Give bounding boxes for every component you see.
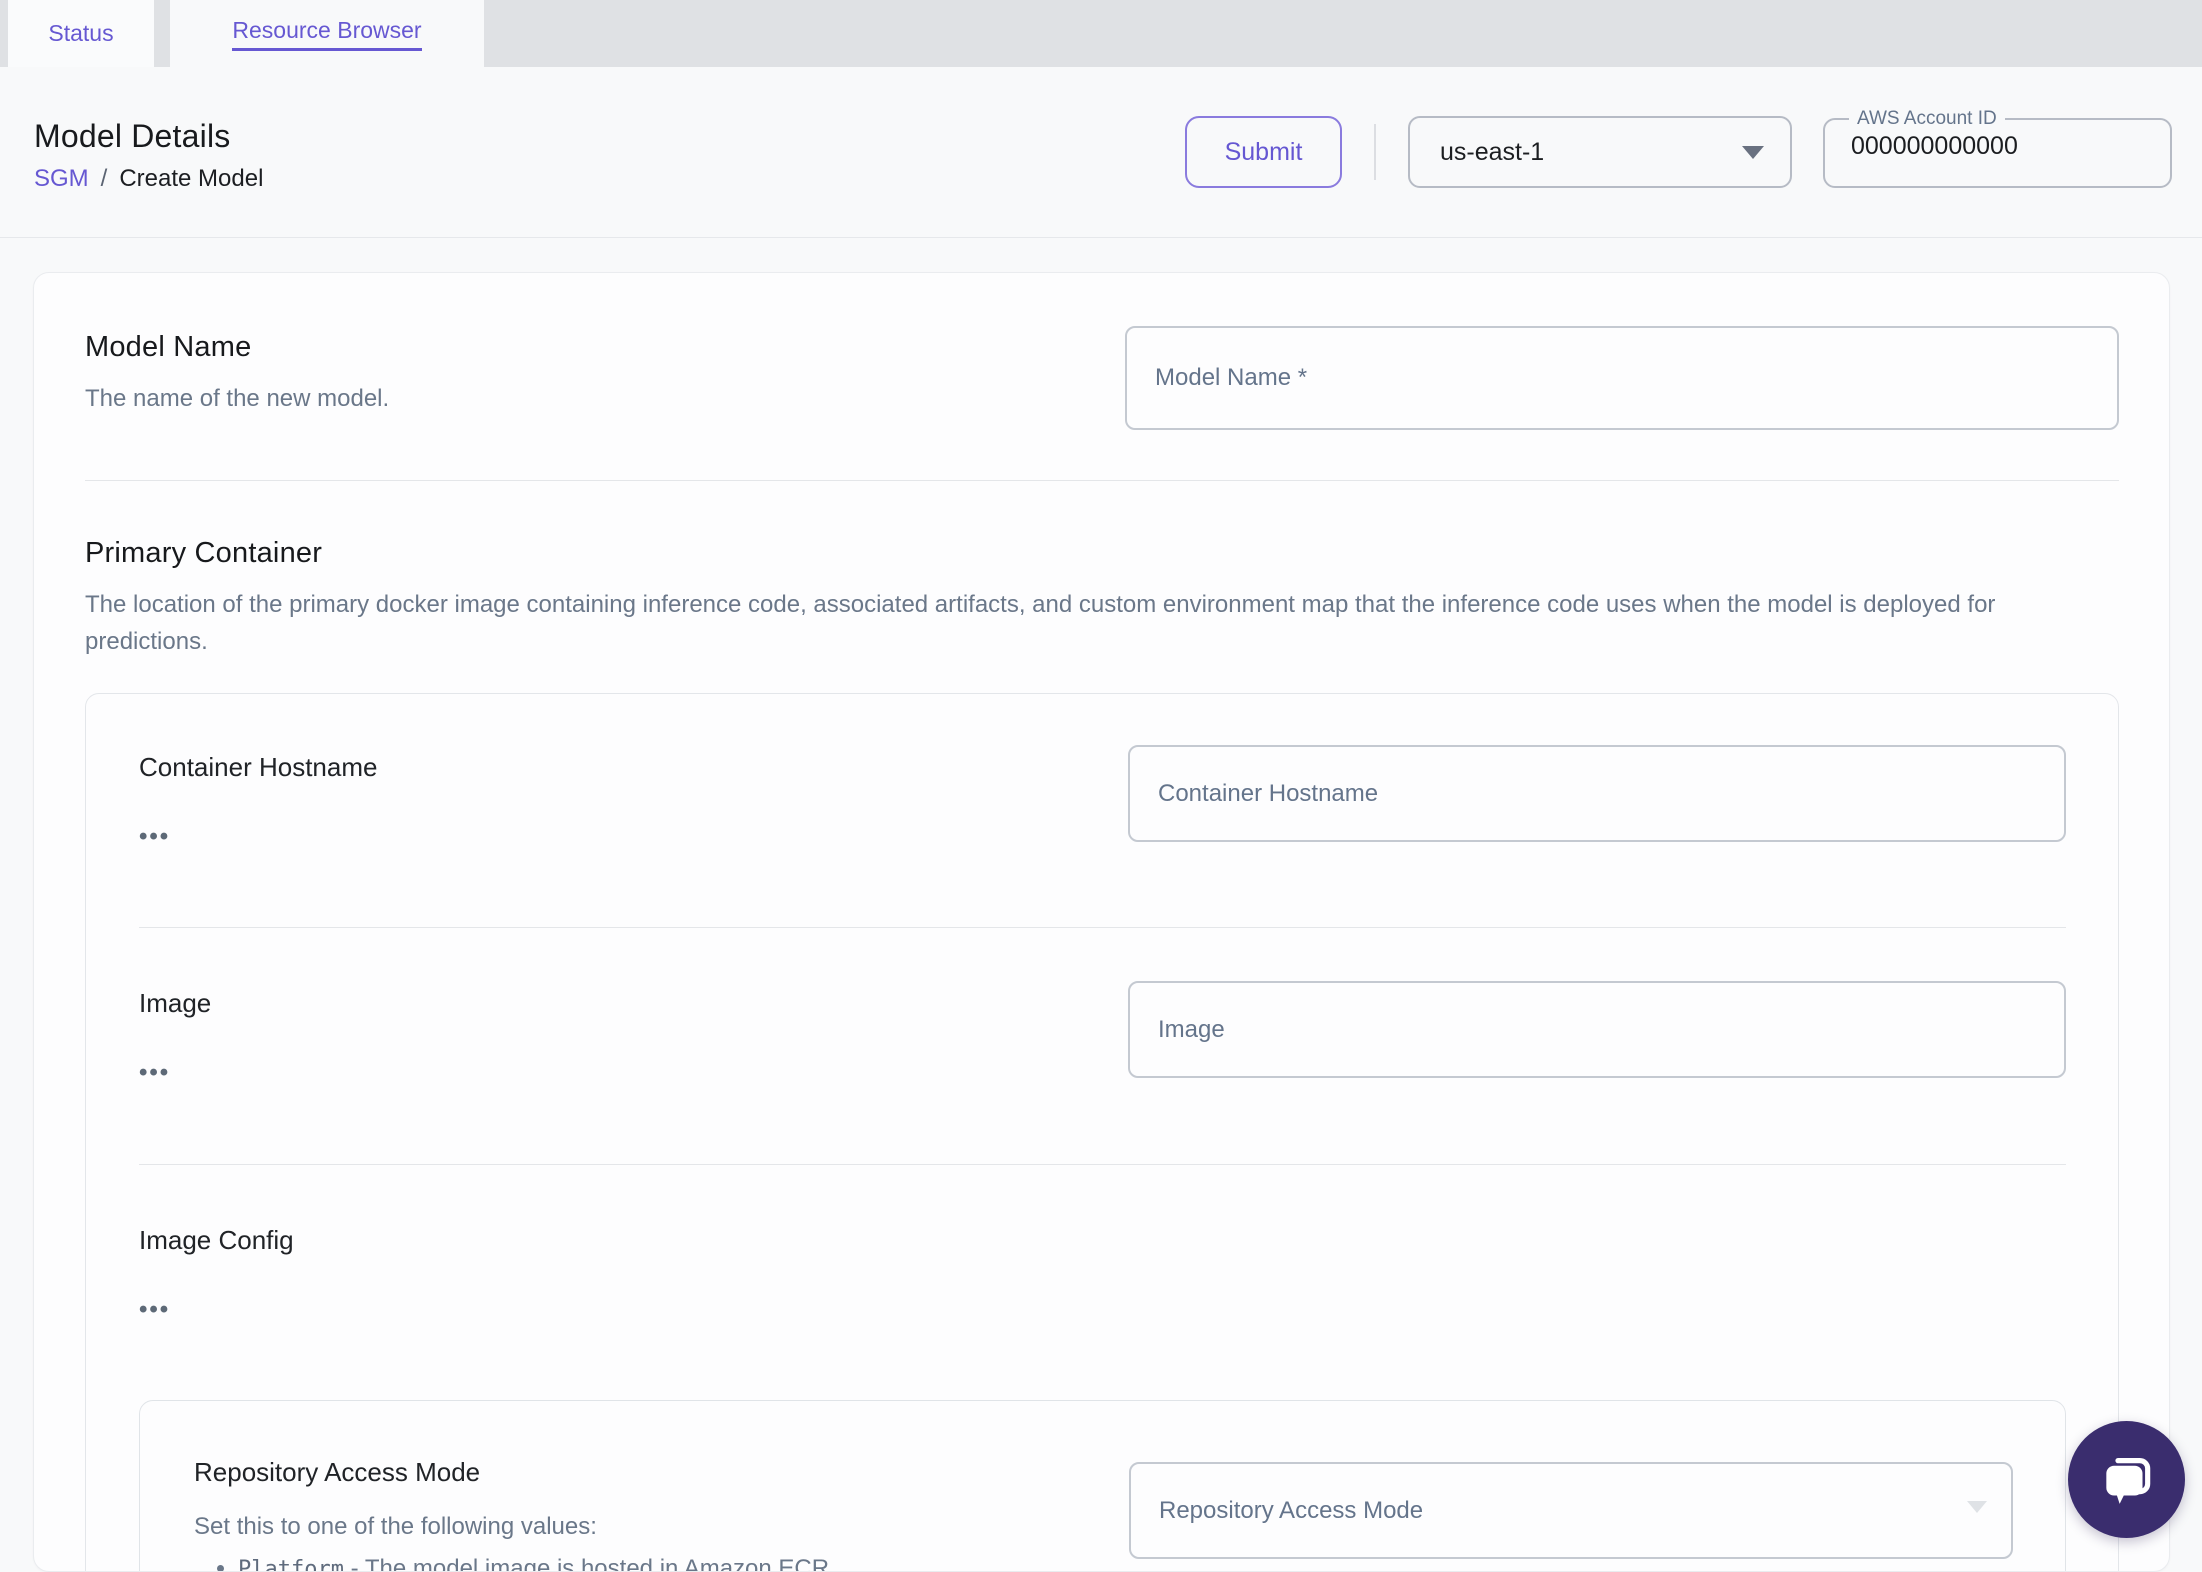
tab-resource-browser[interactable]: Resource Browser	[170, 0, 484, 67]
page-title: Model Details	[34, 117, 231, 154]
image-input[interactable]	[1128, 981, 2066, 1079]
tab-bar: Status Resource Browser	[0, 0, 2202, 67]
aws-account-id-label: AWS Account ID	[1857, 108, 1997, 129]
tab-resource-browser-label: Resource Browser	[232, 17, 422, 51]
model-name-row: Model Name The name of the new model.	[85, 326, 2119, 430]
repository-access-mode-select[interactable]	[1129, 1457, 2013, 1560]
page-header: Model Details SGM / Create Model Submit …	[0, 67, 2202, 238]
container-hostname-info: Container Hostname •••	[139, 752, 377, 849]
chevron-down-icon	[1742, 145, 1764, 159]
aws-account-id-field: AWS Account ID	[1823, 108, 2172, 188]
repository-access-mode-options-doc: Platform - The model image is hosted in …	[238, 1552, 1020, 1572]
primary-container-section: Primary Container The location of the pr…	[85, 537, 2119, 1572]
image-info: Image •••	[139, 988, 211, 1085]
chevron-down-icon	[1967, 1501, 1987, 1514]
chat-launcher-button[interactable]	[2068, 1421, 2185, 1538]
option-doc-platform-text: - The model image is hosted in Amazon EC…	[350, 1554, 836, 1572]
image-config-expand-toggle[interactable]: •••	[139, 1298, 2066, 1322]
repository-access-mode-description: Set this to one of the following values:	[194, 1513, 597, 1541]
primary-container-heading: Primary Container	[85, 537, 323, 569]
repository-access-mode-info: Repository Access Mode Set this to one o…	[194, 1457, 1020, 1572]
option-doc-platform-code: Platform	[238, 1556, 344, 1572]
repository-access-mode-input[interactable]	[1129, 1462, 2013, 1560]
header-divider	[1374, 124, 1376, 180]
breadcrumb-current: Create Model	[119, 164, 264, 192]
page-body: Model Name The name of the new model. Pr…	[0, 238, 2202, 1572]
primary-container-description: The location of the primary docker image…	[85, 591, 1996, 656]
image-config-label: Image Config	[139, 1225, 294, 1256]
image-row: Image •••	[139, 981, 2066, 1085]
breadcrumb-root-link[interactable]: SGM	[34, 165, 89, 193]
field-divider	[139, 1164, 2066, 1166]
model-name-description: The name of the new model.	[85, 385, 390, 412]
chat-bubbles-icon	[2105, 1457, 2150, 1504]
title-block: Model Details SGM / Create Model	[34, 118, 263, 193]
region-select[interactable]: us-east-1	[1408, 116, 1792, 188]
image-label: Image	[139, 988, 212, 1019]
repository-access-mode-label: Repository Access Mode	[194, 1457, 481, 1488]
tab-status-label: Status	[48, 20, 114, 46]
container-hostname-input[interactable]	[1128, 745, 2066, 843]
breadcrumb: SGM / Create Model	[34, 165, 263, 193]
header-controls: Submit us-east-1 AWS Account ID	[1185, 108, 2172, 192]
container-hostname-label: Container Hostname	[139, 752, 378, 783]
option-doc-platform: Platform - The model image is hosted in …	[238, 1552, 1020, 1572]
image-expand-toggle[interactable]: •••	[139, 1061, 211, 1085]
tab-status[interactable]: Status	[8, 0, 154, 67]
repository-access-mode-row: Repository Access Mode Set this to one o…	[194, 1457, 2013, 1572]
container-hostname-expand-toggle[interactable]: •••	[139, 825, 377, 849]
model-name-info: Model Name The name of the new model.	[85, 331, 389, 417]
section-divider	[85, 480, 2119, 481]
container-hostname-row: Container Hostname •••	[139, 745, 2066, 849]
primary-container-card: Container Hostname ••• Image •••	[85, 693, 2119, 1572]
region-select-value: us-east-1	[1440, 137, 1545, 166]
submit-button[interactable]: Submit	[1185, 116, 1342, 188]
model-name-heading: Model Name	[85, 331, 252, 363]
breadcrumb-separator: /	[100, 164, 108, 192]
field-divider	[139, 927, 2066, 929]
image-config-card: Repository Access Mode Set this to one o…	[139, 1400, 2066, 1572]
create-model-form-card: Model Name The name of the new model. Pr…	[33, 272, 2170, 1572]
image-config-section: Image Config ••• Repository Access Mode …	[139, 1225, 2066, 1572]
aws-account-id-input[interactable]	[1841, 130, 2154, 171]
model-name-input[interactable]	[1125, 326, 2119, 430]
